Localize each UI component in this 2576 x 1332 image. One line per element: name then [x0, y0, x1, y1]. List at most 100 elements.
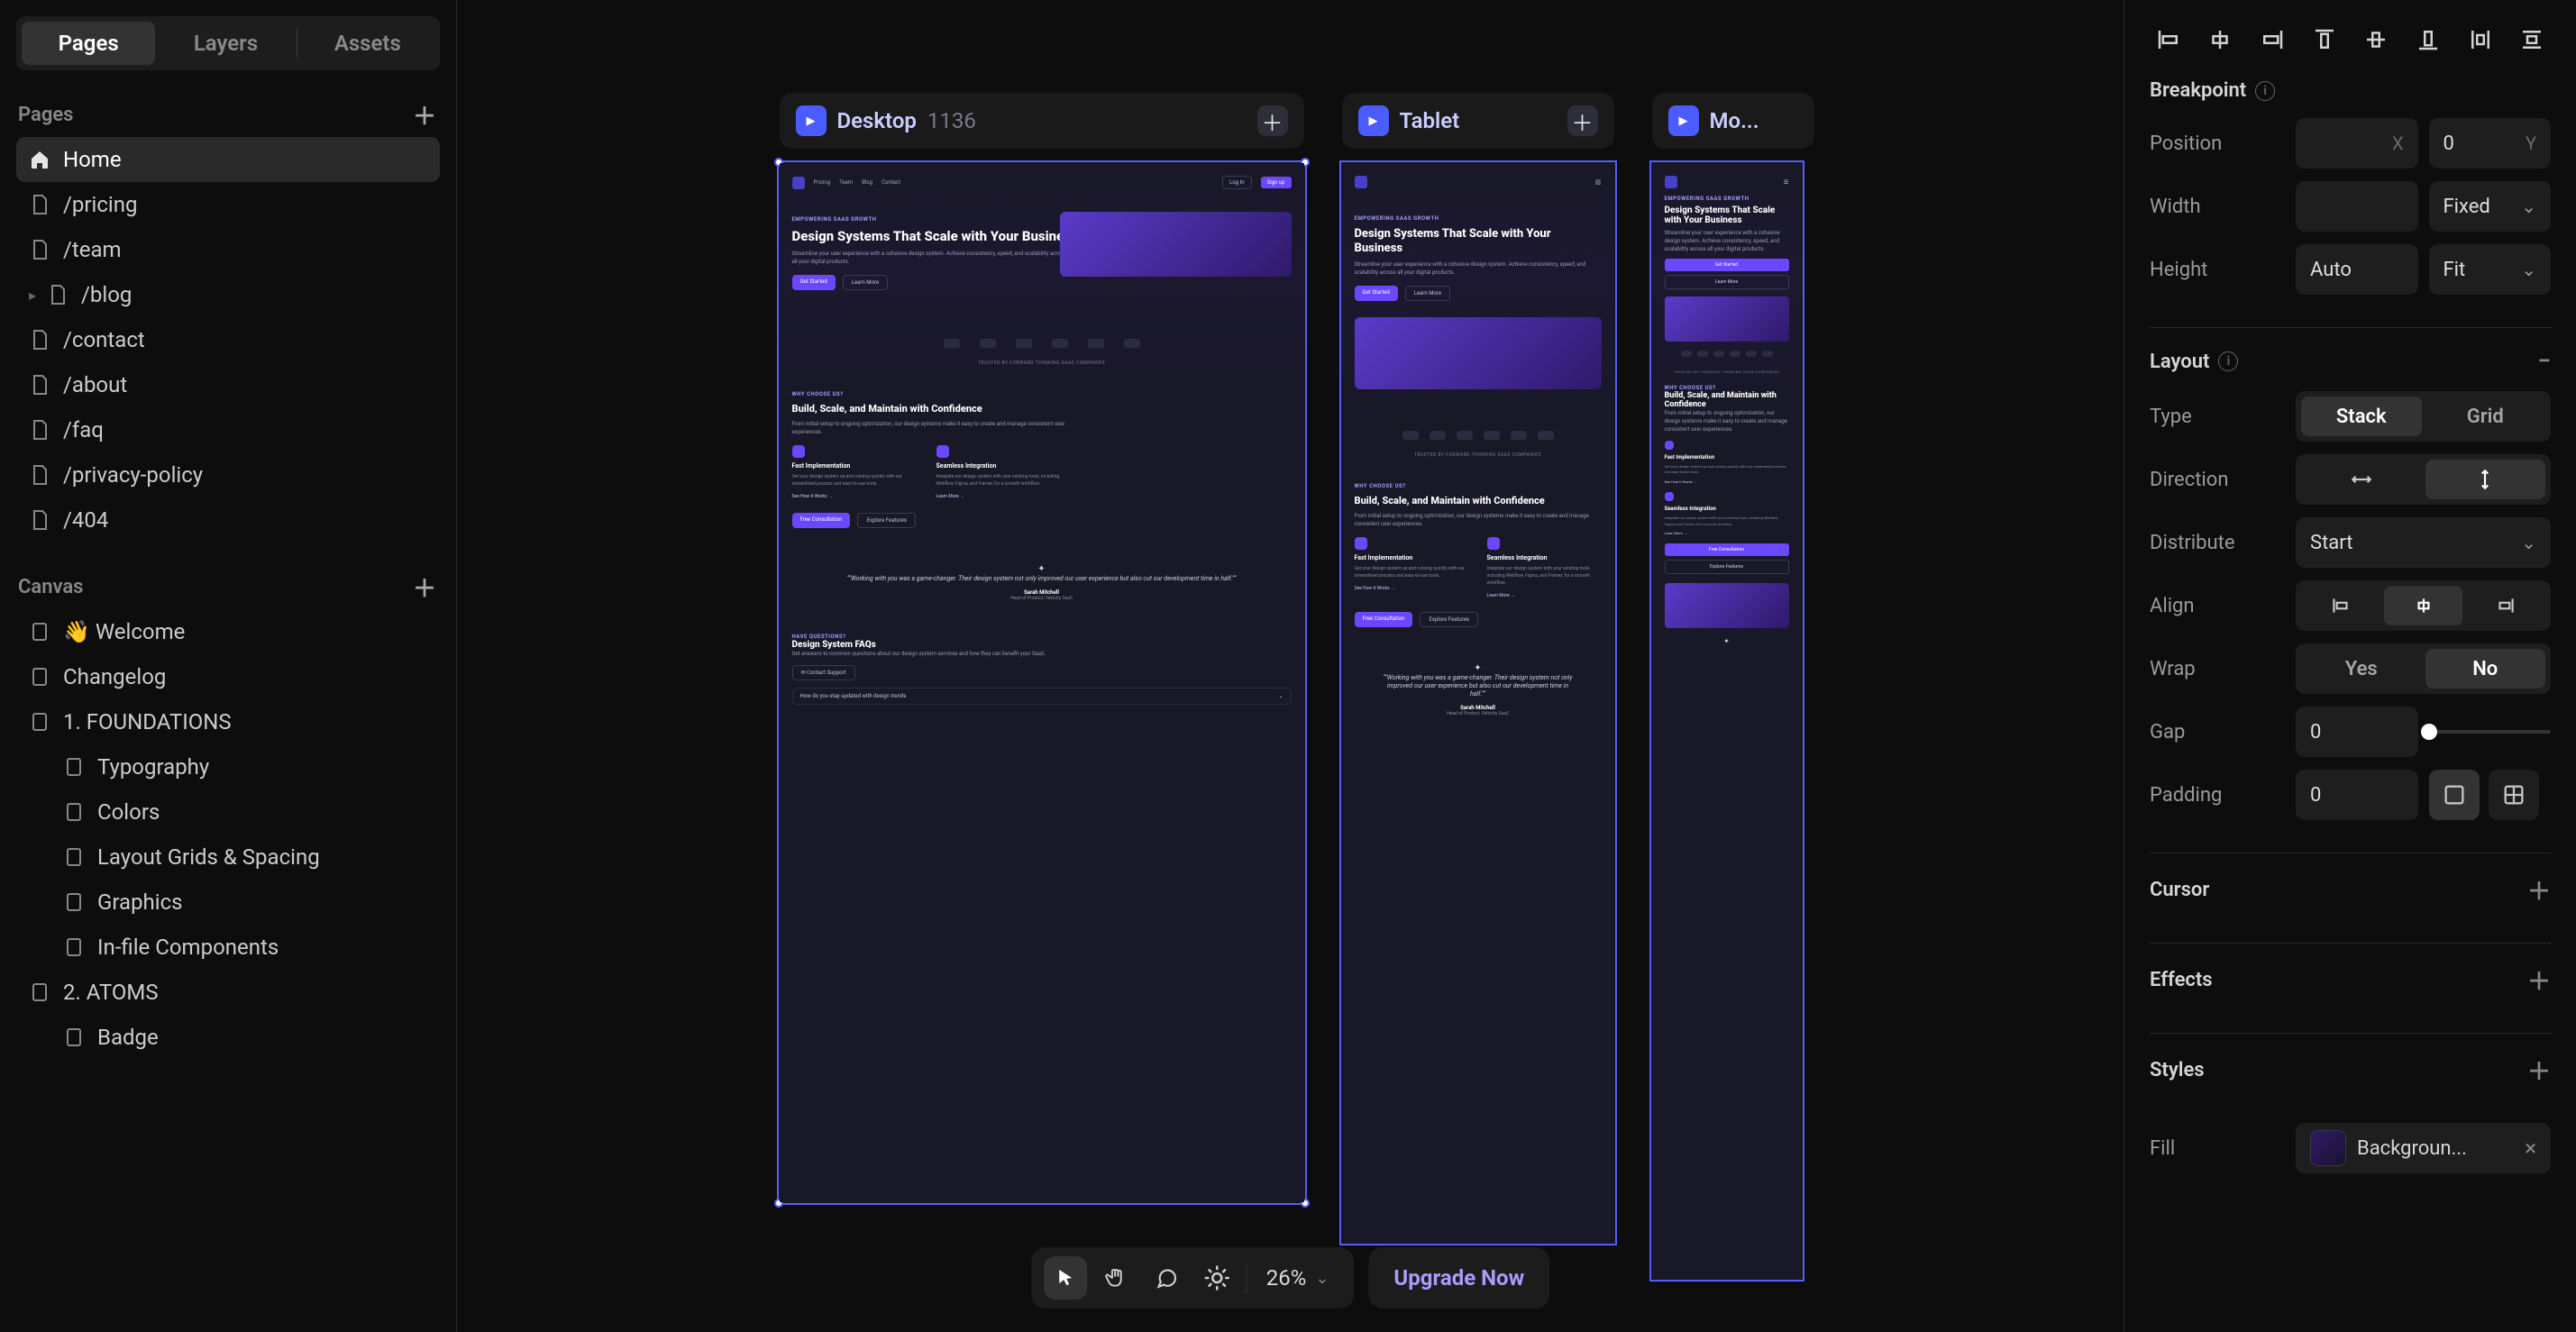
canvas-item[interactable]: 2. ATOMS	[16, 970, 440, 1015]
position-x-input[interactable]: X	[2296, 118, 2418, 169]
wrap-no[interactable]: No	[2425, 649, 2546, 689]
page-item-home[interactable]: Home	[16, 137, 440, 182]
width-mode-select[interactable]: Fixed	[2429, 181, 2552, 232]
upgrade-button[interactable]: Upgrade Now	[1368, 1247, 1549, 1309]
gap-input[interactable]: 0	[2296, 707, 2418, 757]
distribute-v-icon[interactable]	[2513, 22, 2551, 58]
direction-horizontal[interactable]	[2301, 460, 2422, 499]
frame-mobile[interactable]: ▶ Mo... ≡ EMPOWERING SAAS GROWTH Design …	[1651, 162, 1803, 1280]
tab-assets[interactable]: Assets	[301, 22, 434, 65]
add-page-button[interactable]: ＋	[411, 101, 438, 128]
align-center-v-icon[interactable]	[2358, 22, 2396, 58]
expand-caret-icon[interactable]: ▸	[29, 287, 36, 304]
canvas-item[interactable]: 👋 Welcome	[16, 609, 440, 654]
canvas-item[interactable]: Graphics	[16, 880, 440, 925]
page-item[interactable]: /pricing	[16, 182, 440, 227]
zoom-level[interactable]: 26% ⌄	[1254, 1265, 1342, 1291]
add-style-button[interactable]: ＋	[2527, 1054, 2551, 1087]
page-item[interactable]: /privacy-policy	[16, 452, 440, 497]
height-mode-select[interactable]: Fit	[2429, 244, 2552, 295]
fill-value[interactable]: Backgroun... ×	[2296, 1123, 2551, 1173]
canvas-item[interactable]: Layout Grids & Spacing	[16, 835, 440, 880]
frame-label[interactable]: ▶ Mo...	[1652, 93, 1814, 149]
align-end[interactable]	[2466, 586, 2545, 625]
position-y-input[interactable]: 0Y	[2429, 118, 2552, 169]
wrap-yes[interactable]: Yes	[2301, 649, 2422, 689]
layout-type-stack[interactable]: Stack	[2301, 397, 2422, 436]
frame-tablet[interactable]: ▶ Tablet ＋ ≡ EMPOWERING SAAS GROWTH Desi…	[1341, 162, 1615, 1244]
fill-swatch[interactable]	[2310, 1130, 2346, 1166]
canvas-item[interactable]: 1. FOUNDATIONS	[16, 699, 440, 744]
alignment-controls	[2150, 22, 2551, 58]
height-value-input[interactable]: Auto	[2296, 244, 2418, 295]
align-left-icon[interactable]	[2150, 22, 2188, 58]
frame-label[interactable]: ▶ Tablet ＋	[1342, 93, 1614, 149]
section-title-cursor: Cursor	[2150, 879, 2209, 901]
add-canvas-button[interactable]: ＋	[411, 573, 438, 600]
padding-input[interactable]: 0	[2296, 770, 2418, 820]
canvas-label: 1. FOUNDATIONS	[63, 709, 232, 734]
play-icon[interactable]: ▶	[1358, 105, 1389, 136]
canvas[interactable]: ▶ Desktop 1136 ＋ PricingTeamBlogContact …	[457, 0, 2124, 1332]
gap-slider[interactable]	[2429, 730, 2552, 734]
padding-mode-sides[interactable]	[2489, 770, 2539, 820]
tab-pages[interactable]: Pages	[22, 22, 155, 65]
align-center[interactable]	[2384, 586, 2463, 625]
fill-name: Backgroun...	[2357, 1137, 2514, 1160]
add-breakpoint-button[interactable]: ＋	[1257, 105, 1288, 136]
info-icon[interactable]: i	[2255, 81, 2275, 101]
distribute-select[interactable]: Start	[2296, 517, 2551, 568]
info-icon[interactable]: i	[2218, 351, 2238, 371]
layout-type-grid[interactable]: Grid	[2425, 397, 2546, 436]
page-icon	[29, 194, 50, 215]
hand-tool[interactable]	[1094, 1256, 1137, 1300]
page-item-blog[interactable]: ▸ /blog	[16, 272, 440, 317]
play-icon[interactable]: ▶	[1668, 105, 1699, 136]
align-center-h-icon[interactable]	[2202, 22, 2240, 58]
tab-layers[interactable]: Layers	[159, 22, 292, 65]
align-start[interactable]	[2301, 586, 2380, 625]
page-label: /blog	[81, 282, 132, 307]
frame-name: Mo...	[1710, 108, 1759, 133]
direction-vertical[interactable]	[2425, 460, 2546, 499]
page-label: /pricing	[63, 192, 137, 217]
label-height: Height	[2150, 259, 2285, 281]
home-icon	[29, 149, 50, 170]
canvas-label: 2. ATOMS	[63, 980, 159, 1005]
align-right-icon[interactable]	[2253, 22, 2291, 58]
align-top-icon[interactable]	[2306, 22, 2343, 58]
canvas-item[interactable]: Changelog	[16, 654, 440, 699]
mock-content: ≡ EMPOWERING SAAS GROWTH Design Systems …	[1342, 163, 1614, 1243]
label-position: Position	[2150, 132, 2285, 155]
canvas-item[interactable]: Colors	[16, 789, 440, 835]
add-breakpoint-button[interactable]: ＋	[1567, 105, 1598, 136]
theme-toggle[interactable]	[1195, 1256, 1238, 1300]
remove-layout-button[interactable]: −	[2537, 348, 2551, 375]
page-icon	[47, 284, 69, 306]
width-value-input[interactable]	[2296, 181, 2418, 232]
add-cursor-button[interactable]: ＋	[2527, 873, 2551, 907]
remove-fill-button[interactable]: ×	[2525, 1136, 2536, 1161]
page-item[interactable]: /404	[16, 497, 440, 543]
comment-tool[interactable]	[1145, 1256, 1188, 1300]
frame-label[interactable]: ▶ Desktop 1136 ＋	[780, 93, 1304, 149]
canvas-item[interactable]: Typography	[16, 744, 440, 789]
canvas-item[interactable]: In-file Components	[16, 925, 440, 970]
distribute-h-icon[interactable]	[2462, 22, 2499, 58]
canvas-label: Changelog	[63, 664, 166, 689]
page-item[interactable]: /faq	[16, 407, 440, 452]
frame-desktop[interactable]: ▶ Desktop 1136 ＋ PricingTeamBlogContact …	[779, 162, 1305, 1203]
page-item[interactable]: /about	[16, 362, 440, 407]
page-item[interactable]: /team	[16, 227, 440, 272]
add-effect-button[interactable]: ＋	[2527, 963, 2551, 997]
wrap-toggle: Yes No	[2296, 643, 2551, 694]
label-fill: Fill	[2150, 1137, 2285, 1160]
play-icon[interactable]: ▶	[796, 105, 827, 136]
align-bottom-icon[interactable]	[2409, 22, 2447, 58]
page-item[interactable]: /contact	[16, 317, 440, 362]
padding-mode-uniform[interactable]	[2429, 770, 2480, 820]
canvas-item[interactable]: Badge	[16, 1015, 440, 1060]
section-title-layout: Layout	[2150, 351, 2209, 373]
page-icon	[29, 621, 50, 643]
select-tool[interactable]	[1044, 1256, 1087, 1300]
